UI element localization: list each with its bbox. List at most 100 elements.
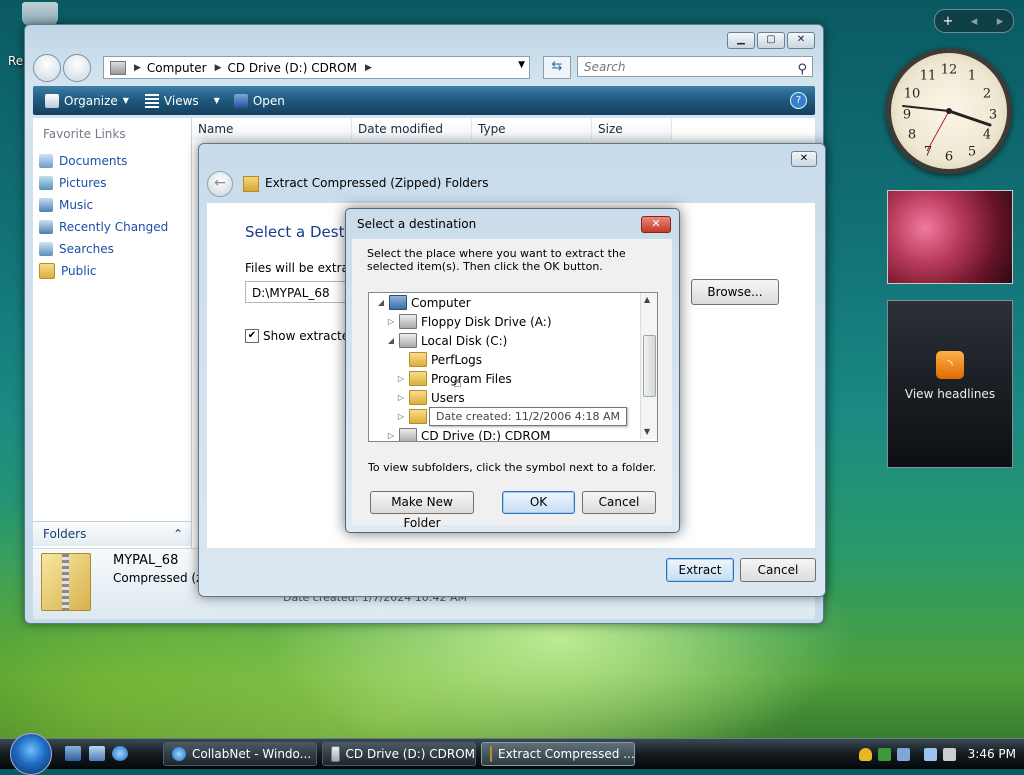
minimize-button[interactable]: ▁ <box>727 32 755 49</box>
volume-muted-icon[interactable] <box>942 747 956 761</box>
clock-center <box>946 108 952 114</box>
make-new-folder-button[interactable]: Make New Folder <box>370 491 474 530</box>
close-button[interactable]: ✕ <box>791 151 817 167</box>
search-icon[interactable]: ⚲ <box>797 59 807 80</box>
subfolder-hint: To view subfolders, click the symbol nex… <box>368 461 657 474</box>
ok-button[interactable]: OK <box>502 491 575 514</box>
chevron-right-icon[interactable]: ▶ <box>134 63 141 73</box>
address-bar[interactable]: ▶ Computer ▶ CD Drive (D:) CDROM ▶ ▼ <box>103 56 530 79</box>
taskbar-item-extract[interactable]: Extract Compressed ... <box>481 742 635 766</box>
sidebar-item-public[interactable]: Public <box>39 260 168 282</box>
help-icon[interactable]: ? <box>790 92 807 109</box>
cancel-button[interactable]: Cancel <box>740 558 816 582</box>
tree-item-label: PerfLogs <box>431 352 483 367</box>
sidebar-item-pictures[interactable]: Pictures <box>39 172 168 194</box>
minute-hand <box>902 105 950 112</box>
start-button[interactable] <box>10 733 52 775</box>
folder-icon <box>409 409 427 424</box>
taskbar-clock[interactable]: 3:46 PM <box>968 747 1016 761</box>
chevron-right-icon[interactable]: ▶ <box>215 63 222 73</box>
breadcrumb-cd-drive[interactable]: CD Drive (D:) CDROM <box>228 61 357 75</box>
collapsed-arrow-icon[interactable]: ▷ <box>397 412 405 421</box>
cancel-button[interactable]: Cancel <box>582 491 656 514</box>
refresh-button[interactable]: ⇆ <box>543 56 571 79</box>
open-button[interactable]: Open <box>233 93 285 108</box>
close-button[interactable]: ✕ <box>787 32 815 49</box>
column-header-name[interactable]: Name <box>192 118 352 140</box>
expanded-arrow-icon[interactable]: ◢ <box>377 298 385 307</box>
feed-headlines-gadget[interactable]: ◝ View headlines <box>887 300 1013 468</box>
sidebar-item-documents[interactable]: Documents <box>39 150 168 172</box>
second-hand <box>926 110 950 152</box>
tree-item-windows[interactable]: ▷ <box>397 407 431 426</box>
command-bar: Organize ▼ Views ▼ Open ? <box>33 86 815 115</box>
sidebar-item-music[interactable]: Music <box>39 194 168 216</box>
open-icon <box>233 93 248 108</box>
slideshow-gadget-image[interactable] <box>887 190 1013 284</box>
chevron-left-icon[interactable]: ◂ <box>961 14 987 29</box>
close-button[interactable]: ✕ <box>641 216 671 233</box>
chevron-down-icon: ▼ <box>213 96 220 105</box>
scroll-down-arrow-icon[interactable]: ▼ <box>644 427 650 436</box>
security-shield-icon[interactable] <box>858 747 872 761</box>
clock-gadget[interactable]: 12 1 2 3 4 5 6 7 8 9 10 11 <box>886 48 1012 174</box>
chevron-right-icon[interactable]: ▶ <box>365 63 372 73</box>
display-icon[interactable] <box>923 747 937 761</box>
browse-button[interactable]: Browse... <box>691 279 779 305</box>
forward-button[interactable] <box>63 54 91 82</box>
taskbar-item-cd-drive[interactable]: CD Drive (D:) CDROM <box>322 742 476 766</box>
view-headlines-link[interactable]: View headlines <box>888 387 1012 401</box>
sidebar-item-recently-changed[interactable]: Recently Changed <box>39 216 168 238</box>
scrollbar-thumb[interactable] <box>643 335 656 397</box>
tree-item-computer[interactable]: ◢ Computer <box>377 293 471 312</box>
add-gadget-icon[interactable]: + <box>935 14 961 29</box>
recently-changed-icon <box>39 220 53 234</box>
folders-toggle[interactable]: Folders ⌃ <box>33 521 191 546</box>
dialog-title: Select a destination <box>357 217 477 231</box>
collapsed-arrow-icon[interactable]: ▷ <box>387 317 395 326</box>
tree-scrollbar[interactable]: ▲ ▼ <box>640 293 657 439</box>
tree-item-floppy[interactable]: ▷ Floppy Disk Drive (A:) <box>387 312 552 331</box>
sidebar-item-searches[interactable]: Searches <box>39 238 168 260</box>
floppy-drive-icon <box>399 314 417 329</box>
internet-explorer-icon[interactable] <box>112 746 128 761</box>
collapsed-arrow-icon[interactable]: ▷ <box>397 374 405 383</box>
back-button[interactable] <box>33 54 61 82</box>
extract-button[interactable]: Extract <box>666 558 734 582</box>
breadcrumb-computer[interactable]: Computer <box>147 61 207 75</box>
desktop-icon-label[interactable]: Re <box>8 54 23 68</box>
column-header-size[interactable]: Size <box>592 118 672 140</box>
tree-item-label: CD Drive (D:) CDROM <box>421 428 551 442</box>
column-header-date-modified[interactable]: Date modified <box>352 118 472 140</box>
organize-button[interactable]: Organize ▼ <box>45 93 129 108</box>
chevron-down-icon[interactable]: ▼ <box>518 60 525 70</box>
search-input[interactable]: Search ⚲ <box>577 56 813 77</box>
maximize-button[interactable]: ▢ <box>757 32 785 49</box>
taskbar-item-collabnet[interactable]: CollabNet - Windo... <box>163 742 317 766</box>
dialog-description: Select the place where you want to extra… <box>367 247 626 273</box>
tree-item-cd-drive[interactable]: ▷ CD Drive (D:) CDROM <box>387 426 551 442</box>
checkbox-checked[interactable]: ✔ <box>245 329 259 343</box>
folder-tree[interactable]: ◢ Computer ▷ Floppy Disk Drive (A:) ◢ Lo… <box>368 292 658 442</box>
collapsed-arrow-icon[interactable]: ▷ <box>397 393 405 402</box>
column-header-type[interactable]: Type <box>472 118 592 140</box>
scroll-up-arrow-icon[interactable]: ▲ <box>644 295 650 304</box>
hour-hand <box>947 109 992 127</box>
switch-windows-icon[interactable] <box>89 746 105 761</box>
system-tray: 3:46 PM <box>854 739 1024 769</box>
recycle-bin-icon[interactable] <box>22 2 58 26</box>
views-icon <box>144 93 159 108</box>
tree-item-local-disk[interactable]: ◢ Local Disk (C:) <box>387 331 507 350</box>
expanded-arrow-icon[interactable]: ◢ <box>387 336 395 345</box>
destination-path-input[interactable]: D:\MYPAL_68 <box>245 281 355 303</box>
update-icon[interactable] <box>877 747 891 761</box>
network-icon[interactable] <box>896 747 910 761</box>
zip-folder-icon <box>41 553 91 611</box>
tree-item-perflogs[interactable]: PerfLogs <box>397 350 482 369</box>
views-button[interactable]: Views ▼ <box>144 93 220 108</box>
search-placeholder: Search <box>584 60 626 74</box>
chevron-right-icon[interactable]: ▸ <box>987 14 1013 29</box>
back-button[interactable]: ← <box>207 171 233 197</box>
collapsed-arrow-icon[interactable]: ▷ <box>387 431 395 440</box>
show-desktop-icon[interactable] <box>65 746 81 761</box>
